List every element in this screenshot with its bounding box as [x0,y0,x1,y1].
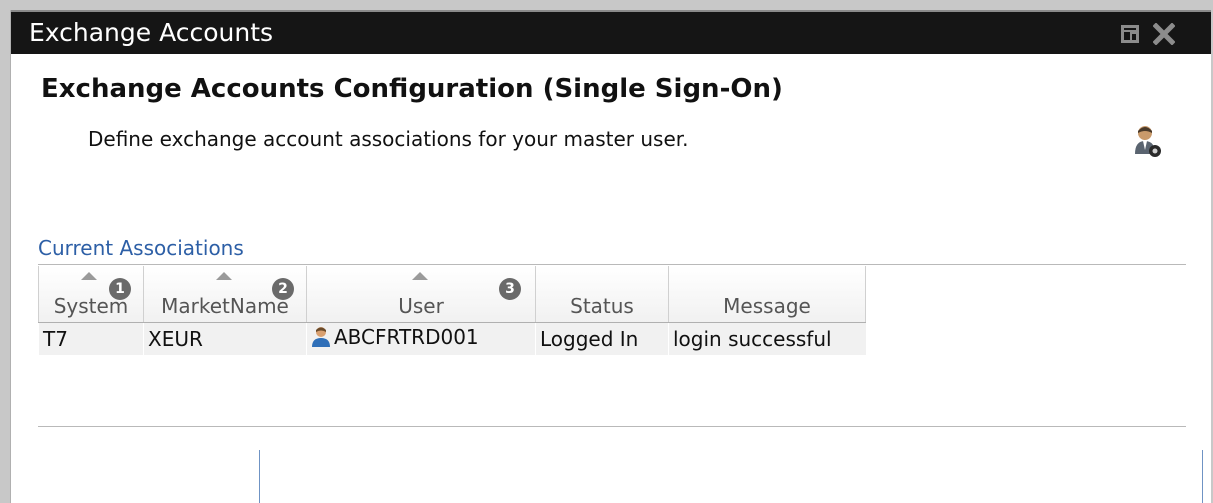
column-badge: 1 [109,278,131,300]
panel-splitter[interactable] [259,450,260,503]
page-title: Exchange Accounts Configuration (Single … [41,74,783,104]
user-admin-icon [1133,124,1163,160]
window-titlebar[interactable]: Exchange Accounts [11,10,1211,54]
cell-user: ABCFRTRD001 [306,322,536,355]
column-label: System [53,294,129,318]
current-associations-label: Current Associations [38,236,244,260]
column-label: User [398,294,444,318]
column-header-message[interactable]: Message [668,266,866,323]
window-title: Exchange Accounts [29,18,274,47]
sort-arrow-icon[interactable] [412,272,428,280]
user-icon [311,326,331,353]
cell-user-text: ABCFRTRD001 [334,325,479,349]
restore-icon[interactable] [1118,22,1142,46]
section-divider [38,264,1186,265]
cell-market-name: XEUR [143,322,307,355]
column-header-marketname[interactable]: 2 MarketName [143,266,307,323]
sort-arrow-icon[interactable] [216,272,232,280]
column-header-status[interactable]: Status [535,266,669,323]
table-header-row: 1 System 2 MarketName 3 User Status Mess… [38,266,866,323]
close-icon[interactable] [1152,22,1176,46]
column-label: Message [723,294,811,318]
cell-message: login successful [668,322,866,355]
panel-edge [1202,450,1203,503]
cell-status: Logged In [535,322,669,355]
column-header-system[interactable]: 1 System [38,266,144,323]
column-header-user[interactable]: 3 User [306,266,536,323]
column-badge: 3 [499,278,521,300]
table-row[interactable]: T7 XEUR ABCFRTRD001 Logged In login succ… [38,322,866,355]
cell-system: T7 [38,322,144,355]
bottom-divider [38,426,1186,427]
exchange-accounts-window: Exchange Accounts Exchange Accounts Conf… [10,10,1211,503]
associations-table: 1 System 2 MarketName 3 User Status Mess… [38,266,866,355]
column-badge: 2 [272,278,294,300]
sort-arrow-icon[interactable] [81,272,97,280]
column-label: Status [570,294,634,318]
page-description: Define exchange account associations for… [88,127,689,151]
